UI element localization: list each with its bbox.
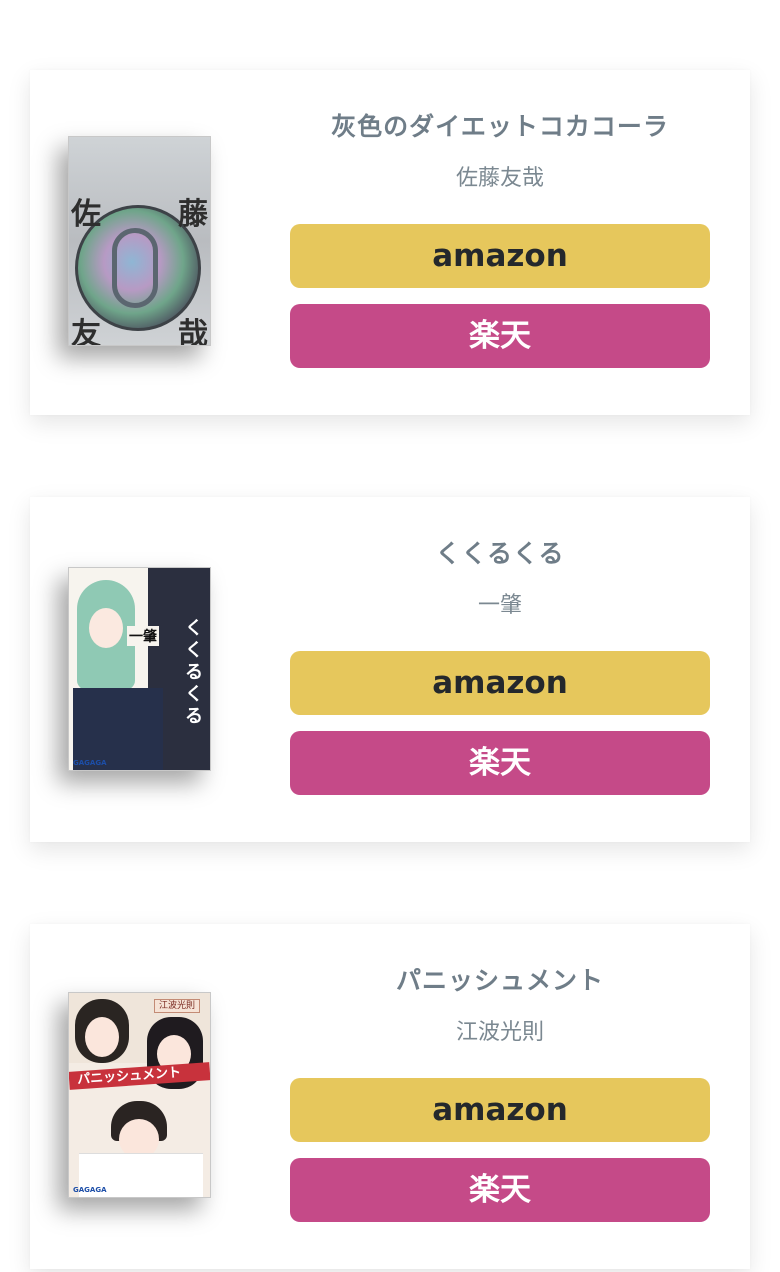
book-cover-image[interactable]: くくるくる 一肇 GAGAGA — [68, 567, 211, 771]
character-face — [85, 1017, 119, 1057]
book-author: 一肇 — [477, 593, 522, 618]
book-title[interactable]: パニッシュメント — [290, 964, 710, 998]
book-card: パニッシュメント 江波光則 GAGAGA パニッシュメント 江波光則 amazo… — [30, 924, 750, 1269]
amazon-button[interactable]: amazon — [290, 1078, 710, 1142]
book-author: 江波光則 — [455, 1020, 544, 1045]
book-card: くくるくる 一肇 GAGAGA くくるくる 一肇 amazon 楽天 — [30, 497, 750, 842]
cover-char: 藤 — [178, 197, 208, 232]
amazon-button[interactable]: amazon — [290, 224, 710, 288]
publisher-logo: GAGAGA — [73, 759, 107, 767]
book-cover-image[interactable]: パニッシュメント 江波光則 GAGAGA — [68, 992, 211, 1198]
cover-author-tag: 江波光則 — [154, 999, 200, 1013]
can-tab-graphic — [112, 228, 158, 308]
book-title[interactable]: くくるくる — [290, 537, 710, 571]
cover-char: 友 — [71, 317, 101, 346]
character-face — [89, 608, 123, 648]
rakuten-button[interactable]: 楽天 — [290, 731, 710, 795]
amazon-button[interactable]: amazon — [290, 651, 710, 715]
cover-author: 一肇 — [127, 626, 159, 646]
cover-title: くくるくる — [185, 618, 203, 727]
book-author: 佐藤友哉 — [455, 166, 544, 191]
rakuten-button[interactable]: 楽天 — [290, 304, 710, 368]
book-card: 佐 藤 友 哉 灰色のダイエットコカコーラ 佐藤友哉 amazon 楽天 — [30, 70, 750, 415]
book-info: くくるくる 一肇 amazon 楽天 — [290, 497, 710, 795]
rakuten-button[interactable]: 楽天 — [290, 1158, 710, 1222]
book-cover-image[interactable]: 佐 藤 友 哉 — [68, 136, 211, 346]
book-title[interactable]: 灰色のダイエットコカコーラ — [290, 110, 710, 144]
cover-char: 佐 — [71, 197, 101, 232]
book-info: パニッシュメント 江波光則 amazon 楽天 — [290, 924, 710, 1222]
cover-char: 哉 — [178, 317, 208, 346]
book-info: 灰色のダイエットコカコーラ 佐藤友哉 amazon 楽天 — [290, 70, 710, 368]
publisher-logo: GAGAGA — [73, 1186, 107, 1194]
